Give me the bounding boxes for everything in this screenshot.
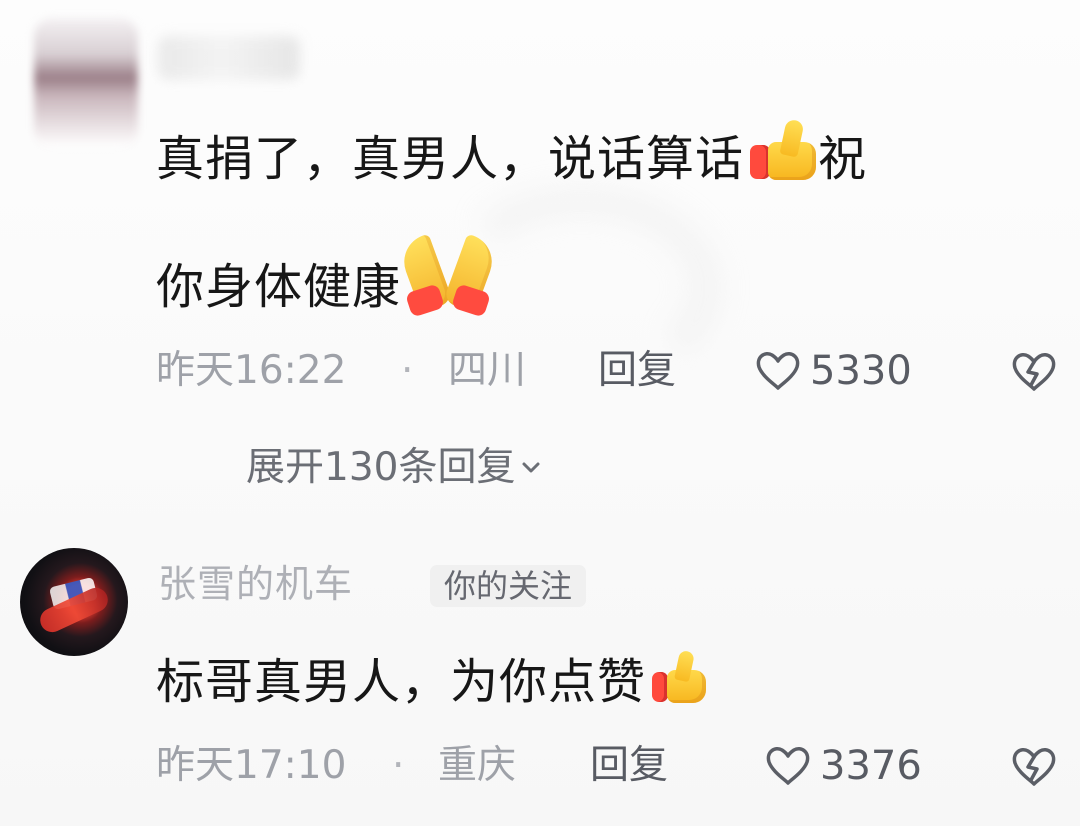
comment-text-line: 你身体健康 — [156, 231, 500, 322]
comment-text: 你身体健康 — [156, 259, 402, 315]
comment-time: 昨天17:10 — [156, 743, 347, 788]
comment-location: 四川 — [448, 348, 527, 393]
comment-text: 真捐了，真男人，说话算话 — [156, 131, 745, 187]
comment-meta: 昨天17:10 · 重庆 回复 3376 — [156, 739, 1056, 793]
reply-button[interactable]: 回复 — [598, 344, 676, 398]
avatar[interactable] — [20, 548, 128, 656]
comment-text-continuation: 祝 — [818, 131, 868, 187]
meta-separator: · — [401, 348, 414, 393]
like-count: 5330 — [810, 348, 912, 394]
heart-icon[interactable] — [764, 744, 812, 788]
comment-text-line: 标哥真男人，为你点赞 — [156, 647, 708, 717]
folded-hands-icon — [396, 231, 500, 318]
comment-text-line: 真捐了，真男人，说话算话 祝 — [156, 118, 867, 194]
thumbs-up-icon — [748, 118, 818, 180]
username-blurred[interactable] — [158, 36, 300, 80]
avatar[interactable] — [34, 18, 138, 148]
like-count: 3376 — [820, 743, 922, 789]
like-button[interactable]: 3376 — [764, 739, 922, 793]
comment-time: 昨天16:22 — [156, 348, 347, 393]
follow-badge: 你的关注 — [430, 565, 587, 607]
comment-text: 标哥真男人，为你点赞 — [156, 654, 647, 710]
heart-icon[interactable] — [754, 349, 802, 393]
thumbs-up-icon — [650, 647, 708, 703]
broken-heart-icon[interactable] — [1010, 350, 1058, 394]
like-button[interactable]: 5330 — [754, 344, 912, 398]
meta-separator: · — [392, 743, 405, 788]
reply-button[interactable]: 回复 — [590, 739, 668, 793]
expand-replies-label: 展开130条回复 — [246, 445, 516, 490]
comment-location: 重庆 — [438, 743, 517, 788]
broken-heart-icon[interactable] — [1010, 745, 1058, 789]
comment-meta: 昨天16:22 · 四川 回复 5330 — [156, 344, 1056, 398]
chevron-down-icon[interactable] — [517, 454, 545, 482]
username[interactable]: 张雪的机车 — [158, 561, 353, 607]
comment-screen: 真捐了，真男人，说话算话 祝 你身体健康 昨天16:22 · 四川 回复 5330… — [0, 0, 1080, 826]
expand-replies-button[interactable]: 展开130条回复 — [246, 440, 545, 496]
